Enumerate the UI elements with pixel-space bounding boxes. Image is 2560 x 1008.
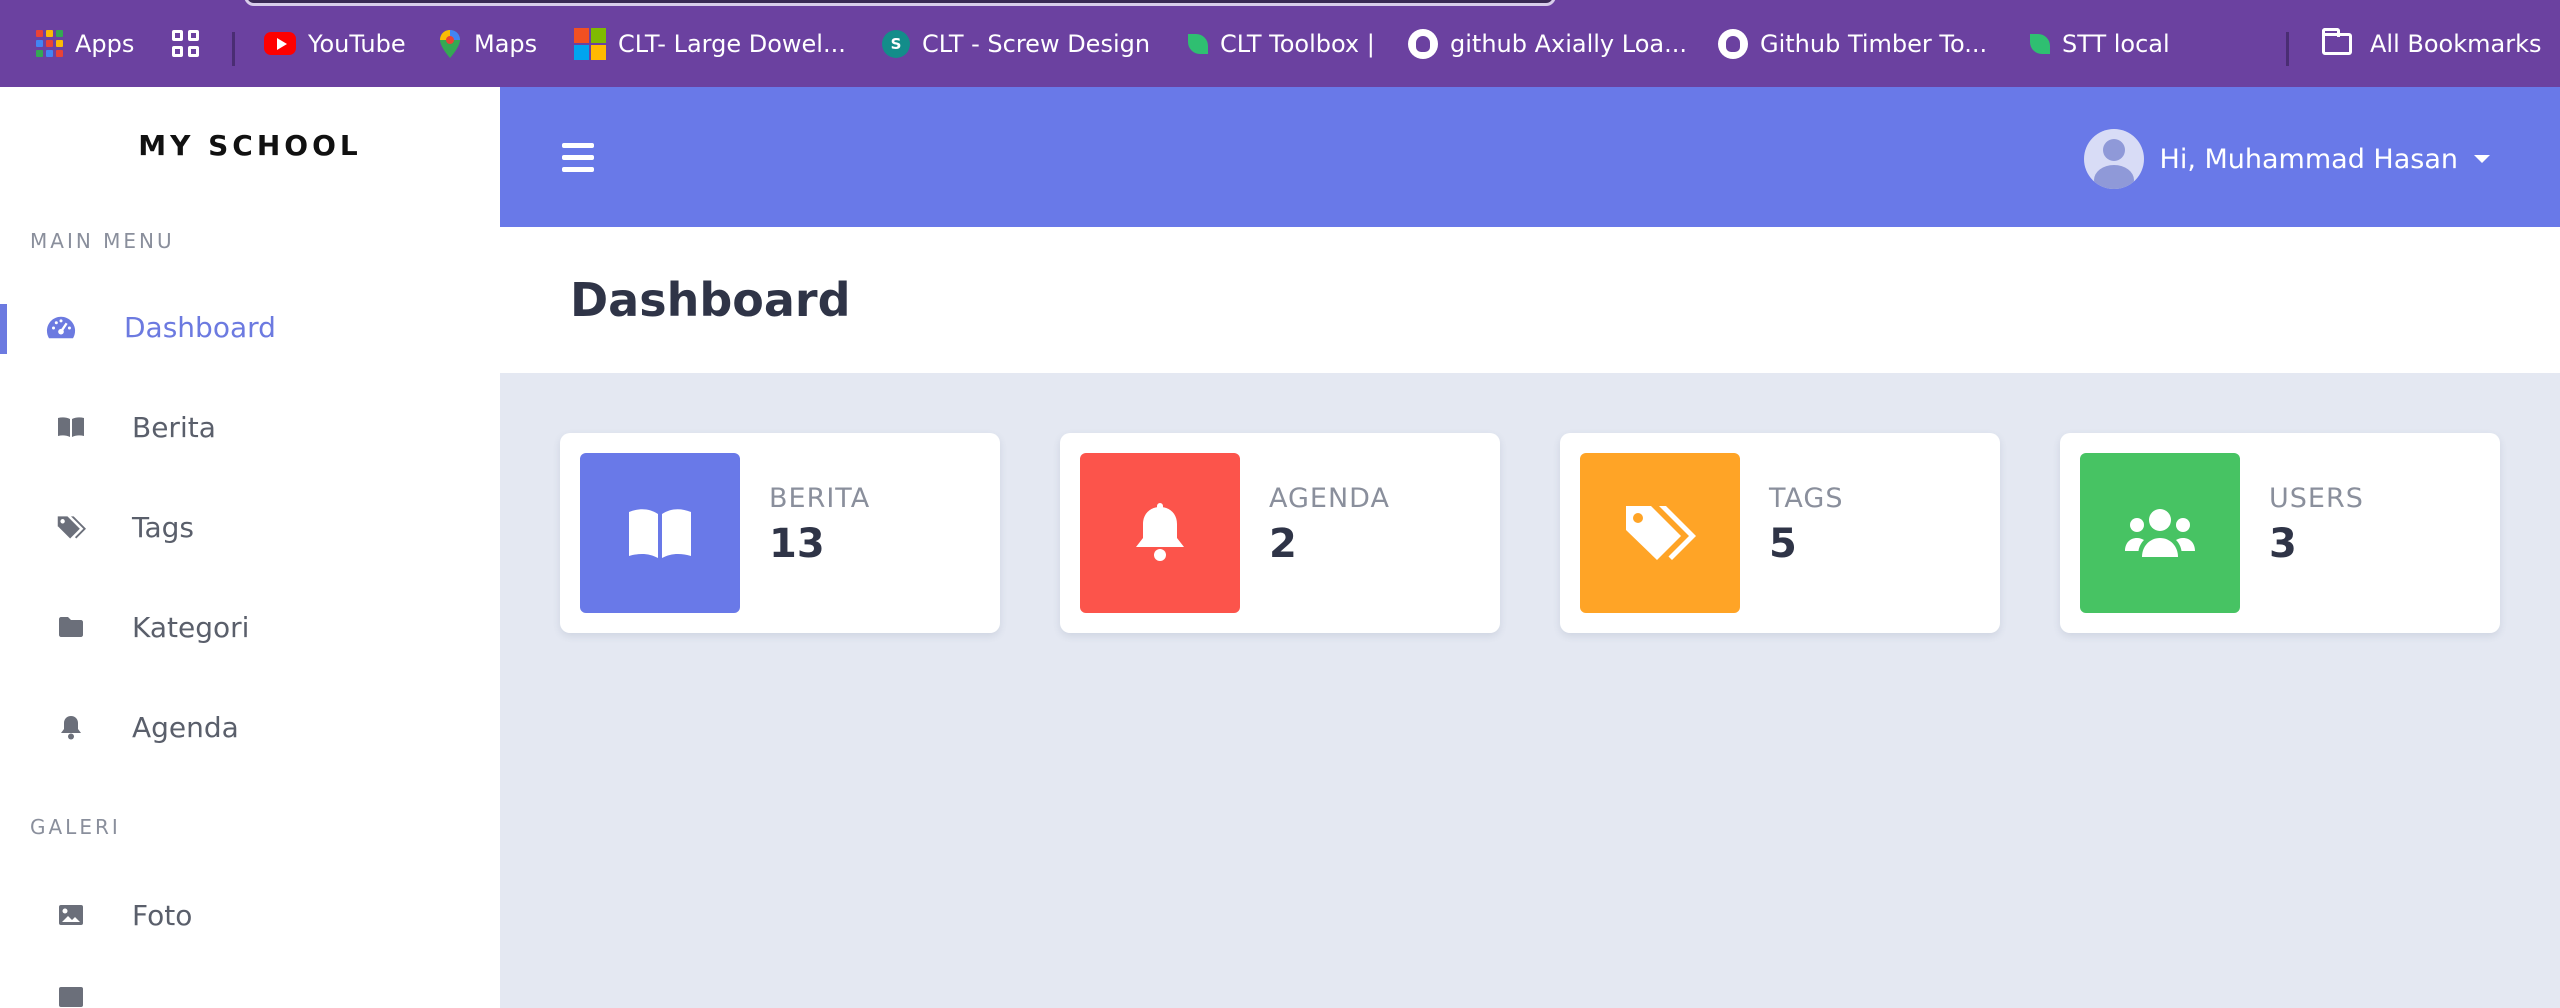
sidebar: MY SCHOOL MAIN MENU Dashboard Berita Tag…	[0, 87, 500, 1008]
leaf-icon	[2030, 33, 2050, 54]
sidebar-item-label: Berita	[132, 410, 216, 444]
bookmark-label: All Bookmarks	[2370, 29, 2542, 58]
stat-card-agenda[interactable]: AGENDA 2	[1060, 433, 1500, 633]
active-indicator	[0, 304, 7, 354]
brand-title[interactable]: MY SCHOOL	[0, 129, 500, 162]
bookmarks-bar: Apps YouTube Maps CLT- Large Dowel... S …	[0, 0, 2560, 87]
youtube-icon	[264, 32, 296, 55]
bookmark-all-bookmarks[interactable]: All Bookmarks	[2322, 0, 2541, 87]
bookmark-maps[interactable]: Maps	[438, 0, 537, 87]
bookmark-label: Github Timber To...	[1760, 29, 1988, 58]
sidebar-item-label: Tags	[132, 510, 194, 544]
avatar	[2083, 129, 2144, 189]
stat-value: 13	[769, 521, 825, 567]
folder-icon	[56, 616, 86, 638]
github-icon	[1718, 28, 1748, 59]
bookmark-label: CLT- Large Dowel...	[618, 29, 846, 58]
tags-icon	[56, 513, 86, 541]
top-navbar: Hi, Muhammad Hasan	[500, 87, 2560, 227]
bookmark-label: Apps	[75, 29, 135, 58]
stat-value: 2	[1269, 521, 1297, 567]
book-open-icon	[56, 416, 86, 438]
stat-tile	[2080, 453, 2240, 613]
stat-label: USERS	[2269, 483, 2364, 514]
sidebar-item-foto[interactable]: Foto	[0, 880, 500, 950]
user-menu-dropdown[interactable]: Hi, Muhammad Hasan	[2083, 129, 2490, 189]
page-header: Dashboard	[500, 227, 2560, 373]
sidebar-item-berita[interactable]: Berita	[0, 392, 500, 462]
chevron-down-icon	[2474, 155, 2490, 163]
leaf-icon	[1188, 33, 1208, 54]
stat-tile	[580, 453, 740, 613]
tags-icon	[1626, 506, 1696, 560]
bookmark-separator	[2286, 32, 2289, 66]
sidebar-item-label: Agenda	[132, 710, 239, 744]
bookmark-label: YouTube	[308, 29, 406, 58]
maps-pin-icon	[438, 29, 462, 59]
tab-groups-icon	[172, 30, 199, 57]
stat-label: BERITA	[769, 483, 871, 514]
bookmark-label: STT local	[2062, 29, 2170, 58]
section-label-galeri: GALERI	[30, 815, 121, 839]
stat-tile	[1080, 453, 1240, 613]
users-icon	[2125, 509, 2195, 557]
stat-card-tags[interactable]: TAGS 5	[1560, 433, 2000, 633]
sidebar-item-dashboard[interactable]: Dashboard	[0, 292, 500, 362]
bookmark-clt-large-dowel[interactable]: CLT- Large Dowel...	[574, 0, 846, 87]
bookmark-label: Maps	[474, 29, 538, 58]
bookmark-clt-screw-design[interactable]: S CLT - Screw Design	[882, 0, 1150, 87]
microsoft-icon	[574, 27, 606, 60]
stat-label: TAGS	[1769, 483, 1844, 514]
bookmark-label: CLT Toolbox |	[1220, 29, 1375, 58]
bookmark-stt-local[interactable]: STT local	[2030, 0, 2170, 87]
user-greeting: Hi, Muhammad Hasan	[2159, 143, 2458, 175]
sidebar-item-kategori[interactable]: Kategori	[0, 592, 500, 662]
image-icon	[56, 904, 86, 926]
stat-card-berita[interactable]: BERITA 13	[560, 433, 1000, 633]
apps-grid-icon	[36, 30, 63, 57]
stat-value: 3	[2269, 521, 2297, 567]
github-icon	[1408, 28, 1438, 59]
video-icon	[56, 986, 86, 1008]
bookmark-youtube[interactable]: YouTube	[264, 0, 406, 87]
bell-icon	[56, 714, 86, 740]
stat-value: 5	[1769, 521, 1797, 567]
sidebar-item-agenda[interactable]: Agenda	[0, 692, 500, 762]
bookmark-github-timber[interactable]: Github Timber To...	[1718, 0, 1987, 87]
dashboard-gauge-icon	[46, 314, 76, 340]
sidebar-item-label: Foto	[132, 898, 193, 932]
stat-label: AGENDA	[1269, 483, 1390, 514]
bookmark-apps[interactable]: Apps	[36, 0, 134, 87]
stat-tile	[1580, 453, 1740, 613]
bookmark-label: CLT - Screw Design	[922, 29, 1151, 58]
folder-icon	[2322, 27, 2352, 55]
page-title: Dashboard	[570, 273, 851, 327]
stat-card-users[interactable]: USERS 3	[2060, 433, 2500, 633]
sharepoint-icon: S	[882, 29, 910, 58]
book-open-icon	[629, 509, 691, 558]
bookmark-github-axially[interactable]: github Axially Loa...	[1408, 0, 1687, 87]
bookmark-separator	[232, 32, 235, 66]
sidebar-item-label: Dashboard	[124, 310, 276, 344]
bell-icon	[1136, 503, 1184, 561]
sidebar-item-label: Kategori	[132, 610, 250, 644]
sidebar-item-tags[interactable]: Tags	[0, 492, 500, 562]
bookmark-label: github Axially Loa...	[1450, 29, 1687, 58]
sidebar-item-partial[interactable]	[0, 980, 500, 1008]
section-label-main-menu: MAIN MENU	[30, 229, 175, 253]
bookmark-tab-groups[interactable]	[172, 0, 211, 87]
menu-toggle-icon[interactable]	[562, 143, 594, 179]
bookmark-clt-toolbox[interactable]: CLT Toolbox |	[1188, 0, 1375, 87]
